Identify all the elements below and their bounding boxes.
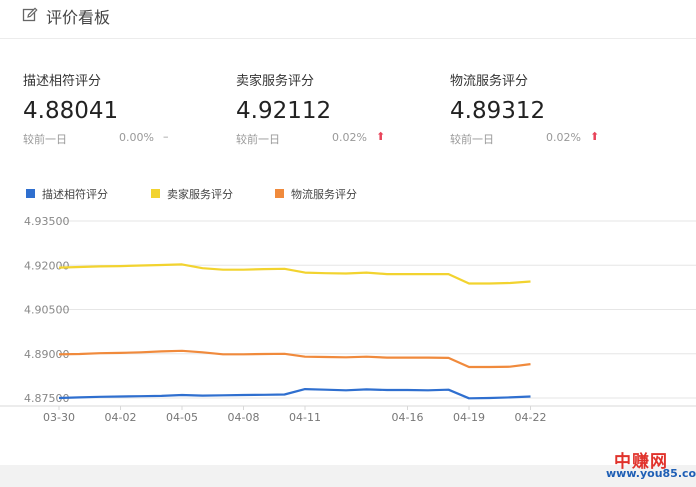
series-line-2 (58, 263, 531, 285)
series-line-1 (58, 388, 531, 400)
metric-label: 卖家服务评分 (236, 74, 315, 89)
metric-compare-label: 较前一日 (450, 133, 494, 146)
x-tick-label: 04-11 (289, 411, 321, 424)
metric-label: 描述相符评分 (23, 74, 102, 89)
metric-change: 0.00% (119, 131, 154, 144)
bottom-scroll-area (0, 465, 696, 487)
arrow-up-icon: ⬆ (376, 130, 386, 143)
panel-header: 评价看板 (0, 0, 696, 39)
x-tick-label: 04-02 (105, 411, 137, 424)
legend-swatch (275, 189, 284, 198)
x-tick-label: 04-16 (392, 411, 424, 424)
panel-title: 评价看板 (46, 8, 111, 27)
arrow-up-icon: ⬆ (590, 130, 600, 143)
metric-change: 0.02% (332, 131, 367, 144)
x-tick-label: 04-08 (228, 411, 260, 424)
watermark-url: www.you85.com (606, 467, 696, 480)
legend-swatch (26, 189, 35, 198)
x-tick-label: 04-19 (453, 411, 485, 424)
metric-label: 物流服务评分 (450, 74, 529, 89)
metric-compare-label: 较前一日 (23, 133, 67, 146)
rating-trend-chart: 4.935004.920004.905004.890004.8750003-30… (0, 215, 696, 424)
dashboard-page: 评价看板 描述相符评分 4.88041 较前一日 0.00% – 卖家服务评分 … (0, 0, 696, 487)
metric-compare-label: 较前一日 (236, 133, 280, 146)
metric-value: 4.89312 (450, 98, 546, 124)
series-line-3 (58, 349, 531, 369)
metric-value: 4.92112 (236, 98, 332, 124)
legend-label: 物流服务评分 (291, 188, 357, 201)
legend-swatch (151, 189, 160, 198)
y-tick-label: 4.90500 (24, 304, 70, 317)
x-tick-label: 03-30 (43, 411, 75, 424)
legend-label: 卖家服务评分 (167, 188, 233, 201)
metric-value: 4.88041 (23, 98, 119, 124)
x-tick-label: 04-05 (166, 411, 198, 424)
y-tick-label: 4.92000 (24, 259, 70, 272)
trend-flat-icon: – (163, 130, 169, 143)
y-tick-label: 4.93500 (24, 215, 70, 228)
metric-change: 0.02% (546, 131, 581, 144)
watermark-logo: 中赚网 www.you85.com (606, 447, 696, 485)
legend-label: 描述相符评分 (42, 188, 108, 201)
x-tick-label: 04-22 (515, 411, 547, 424)
edit-icon[interactable] (22, 7, 38, 23)
